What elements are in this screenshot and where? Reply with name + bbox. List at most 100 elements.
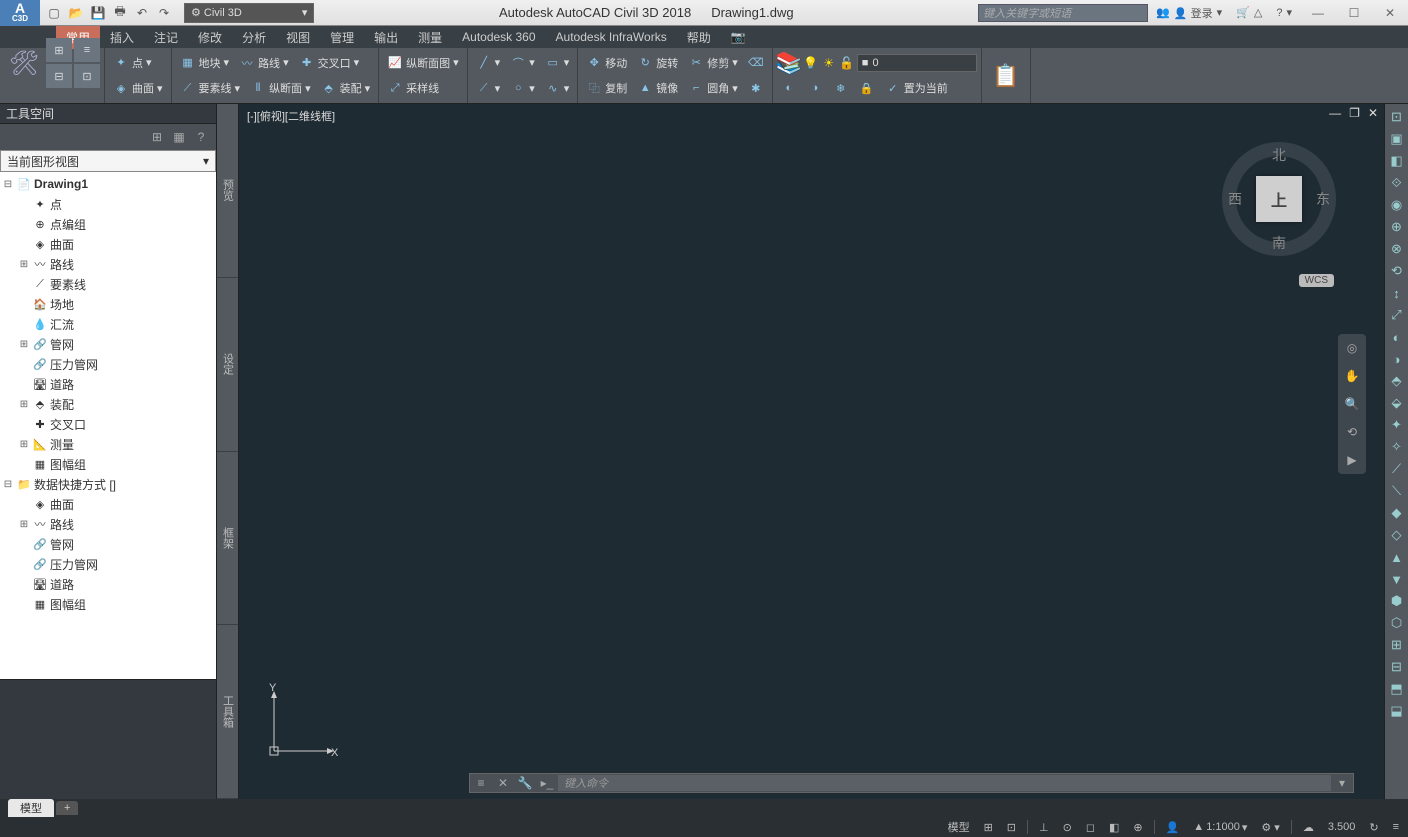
- toolspace-toggle[interactable]: 🛠: [4, 37, 44, 89]
- tab-extra-icon[interactable]: 📷: [721, 27, 756, 47]
- status-ortho-icon[interactable]: ⊥: [1036, 821, 1052, 834]
- intersection-button[interactable]: ✚交叉口 ▾: [295, 52, 364, 74]
- wcs-badge[interactable]: WCS: [1299, 274, 1334, 287]
- maximize-button[interactable]: ☐: [1336, 0, 1372, 26]
- new-icon[interactable]: ▢: [44, 3, 64, 23]
- sampleline-button[interactable]: ⤢采样线: [383, 77, 443, 99]
- tool-icon[interactable]: ✦: [1388, 416, 1406, 434]
- viewcube-top-face[interactable]: 上: [1256, 176, 1302, 222]
- cmd-dropdown-icon[interactable]: ▾: [1331, 776, 1353, 790]
- move-button[interactable]: ✥移动: [582, 52, 631, 74]
- paste-button[interactable]: 📋: [986, 50, 1026, 101]
- tool-icon[interactable]: ▼: [1388, 570, 1406, 588]
- explode-icon[interactable]: ✱: [744, 77, 768, 99]
- layer-off-icon[interactable]: ◑: [803, 77, 827, 99]
- ts-help-icon[interactable]: ?: [192, 128, 210, 146]
- tab-annotate[interactable]: 注记: [144, 26, 188, 49]
- tool-icon[interactable]: ▲: [1388, 548, 1406, 566]
- lock-icon[interactable]: 🔓: [839, 55, 855, 71]
- tab-output[interactable]: 输出: [364, 26, 408, 49]
- tool-icon[interactable]: ⊗: [1388, 240, 1406, 258]
- status-value[interactable]: 3.500: [1325, 821, 1359, 833]
- tab-insert[interactable]: 插入: [100, 26, 144, 49]
- vp-restore-icon[interactable]: ❐: [1347, 106, 1362, 120]
- tool-icon[interactable]: ⟍: [1388, 482, 1406, 500]
- tool-icon[interactable]: ◉: [1388, 196, 1406, 214]
- tab-help[interactable]: 帮助: [677, 26, 721, 49]
- layer-selector[interactable]: ■ 0: [857, 54, 977, 72]
- side-tab-survey[interactable]: 框架: [217, 452, 238, 626]
- status-person-icon[interactable]: 👤: [1163, 821, 1183, 834]
- tool-icon[interactable]: ◧: [1388, 152, 1406, 170]
- viewport-label[interactable]: [-][俯视][二维线框]: [247, 108, 335, 124]
- open-icon[interactable]: 📂: [66, 3, 86, 23]
- side-tab-settings[interactable]: 设定: [217, 278, 238, 452]
- tool-icon[interactable]: ⊞: [1388, 636, 1406, 654]
- tool-icon[interactable]: ⟋: [1388, 460, 1406, 478]
- rect-button[interactable]: ▭▾: [541, 52, 574, 74]
- tool-icon[interactable]: ⤢: [1388, 306, 1406, 324]
- palette-btn-4[interactable]: ⊡: [74, 64, 100, 88]
- minimize-button[interactable]: —: [1300, 0, 1336, 26]
- status-scale[interactable]: ▲ 1:1000 ▾: [1190, 821, 1250, 834]
- palette-btn-2[interactable]: ⊟: [46, 64, 72, 88]
- print-icon[interactable]: 🖶: [110, 3, 130, 23]
- status-polar-icon[interactable]: ⊙: [1060, 821, 1075, 834]
- rotate-button[interactable]: ↻旋转: [633, 52, 682, 74]
- tool-icon[interactable]: ⊟: [1388, 658, 1406, 676]
- app-logo[interactable]: AC3D: [0, 0, 40, 26]
- side-tab-prospector[interactable]: 预览: [217, 104, 238, 278]
- tool-icon[interactable]: ⬒: [1388, 680, 1406, 698]
- status-cloud-icon[interactable]: ☁: [1300, 821, 1317, 834]
- layer-props-icon[interactable]: 📚: [777, 52, 801, 74]
- drawing-viewport[interactable]: [-][俯视][二维线框] — ❐ ✕ 北 西 上 东 南 WCS ◎ ✋ 🔍 …: [239, 104, 1384, 799]
- tab-manage[interactable]: 管理: [320, 26, 364, 49]
- view-cube[interactable]: 北 西 上 东 南: [1214, 134, 1344, 264]
- tool-icon[interactable]: ◆: [1388, 504, 1406, 522]
- command-line[interactable]: ≡ ✕ 🔧 ▸_ 键入命令 ▾: [469, 773, 1354, 793]
- circle-button[interactable]: ○▾: [506, 77, 539, 99]
- tool-icon[interactable]: ⊡: [1388, 108, 1406, 126]
- layer-freeze-icon[interactable]: ❄: [829, 77, 853, 99]
- featureline-button[interactable]: ⟋要素线 ▾: [176, 77, 245, 99]
- save-icon[interactable]: 💾: [88, 3, 108, 23]
- showmotion-icon[interactable]: ▶: [1342, 450, 1362, 470]
- tab-survey[interactable]: 测量: [408, 26, 452, 49]
- ts-icon-2[interactable]: ▦: [170, 128, 188, 146]
- zoom-icon[interactable]: 🔍: [1342, 394, 1362, 414]
- tool-icon[interactable]: ⬘: [1388, 372, 1406, 390]
- login-area[interactable]: 👥 👤 登录 ▾ 🛒 △ ? ▾: [1148, 5, 1300, 21]
- cmd-customize-icon[interactable]: 🔧: [514, 776, 536, 790]
- tool-icon[interactable]: ⬙: [1388, 394, 1406, 412]
- tab-modify[interactable]: 修改: [188, 26, 232, 49]
- close-button[interactable]: ✕: [1372, 0, 1408, 26]
- tool-icon[interactable]: ▣: [1388, 130, 1406, 148]
- prospector-tree[interactable]: ⊟📄Drawing1 ✦点 ⊕点编组 ◈曲面 ⊞〰路线 ⟋要素线 🏠场地 💧汇流…: [0, 172, 216, 679]
- sun-icon[interactable]: ☀: [821, 55, 837, 71]
- tool-icon[interactable]: ⟲: [1388, 262, 1406, 280]
- steering-wheel-icon[interactable]: ◎: [1342, 338, 1362, 358]
- toolspace-view-combo[interactable]: 当前图形视图▾: [0, 150, 216, 172]
- assembly-button[interactable]: ⬘装配 ▾: [317, 77, 375, 99]
- status-osnap-icon[interactable]: ◻: [1083, 821, 1098, 834]
- points-button[interactable]: ✦点 ▾: [109, 52, 156, 74]
- status-3dosnap-icon[interactable]: ◧: [1106, 821, 1122, 834]
- tool-icon[interactable]: ⬡: [1388, 614, 1406, 632]
- profile-button[interactable]: ⦀纵断面 ▾: [246, 77, 315, 99]
- spline-button[interactable]: ∿▾: [541, 77, 574, 99]
- palette-btn-1[interactable]: ⊞: [46, 38, 72, 62]
- vp-minimize-icon[interactable]: —: [1327, 106, 1343, 120]
- layer-iso-icon[interactable]: ◐: [777, 77, 801, 99]
- command-input[interactable]: 键入命令: [558, 775, 1331, 791]
- status-dyn-icon[interactable]: ⊕: [1130, 821, 1145, 834]
- fillet-button[interactable]: ⌐圆角 ▾: [684, 77, 742, 99]
- tool-icon[interactable]: ⊕: [1388, 218, 1406, 236]
- palette-btn-3[interactable]: ≡: [74, 38, 100, 62]
- workspace-selector[interactable]: ⚙ Civil 3D▾: [184, 3, 314, 23]
- status-grid-icon[interactable]: ⊞: [981, 821, 996, 834]
- status-refresh-icon[interactable]: ↻: [1366, 821, 1381, 834]
- status-menu-icon[interactable]: ≡: [1390, 821, 1402, 833]
- help-icon[interactable]: ?: [1276, 7, 1282, 19]
- tool-icon[interactable]: ✧: [1388, 438, 1406, 456]
- tool-icon[interactable]: ⟐: [1388, 174, 1406, 192]
